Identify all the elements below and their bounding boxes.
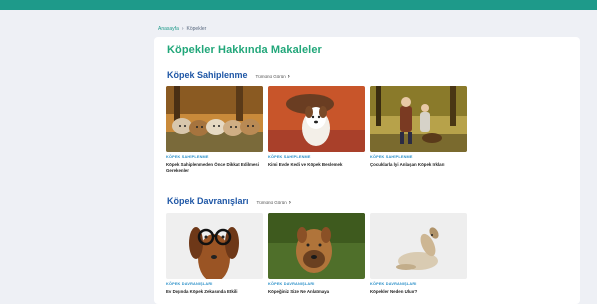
breadcrumb: Anasayfa › Köpekler bbox=[158, 26, 206, 32]
breadcrumb-current: Köpekler bbox=[186, 26, 207, 32]
article-title[interactable]: Kimi Evde Kedi ve Köpek Beslemek bbox=[268, 162, 365, 168]
article-row-behavior: KÖPEK DAVRANIŞLARI Ev Dışında Köpek Zeka… bbox=[166, 213, 467, 295]
section-header-adoption: Köpek Sahiplenme Tümünü Görün › bbox=[167, 70, 290, 80]
article-card[interactable]: KÖPEK DAVRANIŞLARI Köpekler Neden Uluır? bbox=[370, 213, 467, 295]
article-row-adoption: KÖPEK SAHİPLENME Köpek Sahiplenmeden Önc… bbox=[166, 86, 467, 174]
section-title[interactable]: Köpek Sahiplenme bbox=[167, 70, 248, 80]
see-all-link[interactable]: Tümünü Görün › bbox=[257, 200, 291, 206]
top-bar bbox=[0, 0, 597, 10]
breadcrumb-home-link[interactable]: Anasayfa bbox=[158, 26, 179, 32]
puppies-photo[interactable] bbox=[166, 86, 263, 152]
article-category: KÖPEK SAHİPLENME bbox=[166, 155, 209, 159]
article-category: KÖPEK DAVRANIŞLARI bbox=[166, 282, 213, 286]
dachshund-glasses-photo[interactable] bbox=[166, 213, 263, 279]
chevron-right-icon: › bbox=[288, 199, 291, 206]
chevron-right-icon: › bbox=[287, 73, 290, 80]
boxer-dog-photo[interactable] bbox=[268, 213, 365, 279]
see-all-label: Tümünü Görün bbox=[255, 74, 286, 79]
article-card[interactable]: KÖPEK DAVRANIŞLARI Köpeğiniz Size Ne Anl… bbox=[268, 213, 365, 295]
see-all-link[interactable]: Tümünü Görün › bbox=[256, 74, 290, 80]
breadcrumb-separator: › bbox=[181, 26, 184, 32]
article-card[interactable]: KÖPEK SAHİPLENME Köpek Sahiplenmeden Önc… bbox=[166, 86, 263, 174]
children-with-dog-photo[interactable] bbox=[370, 86, 467, 152]
howling-dog-photo[interactable] bbox=[370, 213, 467, 279]
article-category: KÖPEK DAVRANIŞLARI bbox=[370, 282, 417, 286]
section-title[interactable]: Köpek Davranışları bbox=[167, 196, 249, 206]
article-title[interactable]: Köpeğiniz Size Ne Anlatmaya bbox=[268, 289, 365, 295]
article-category: KÖPEK SAHİPLENME bbox=[370, 155, 413, 159]
article-category: KÖPEK DAVRANIŞLARI bbox=[268, 282, 315, 286]
article-card[interactable]: KÖPEK SAHİPLENME Çocuklarla İyi Anlaşan … bbox=[370, 86, 467, 174]
article-title[interactable]: Ev Dışında Köpek Zekasında Etkili bbox=[166, 289, 263, 295]
article-card[interactable]: KÖPEK SAHİPLENME Kimi Evde Kedi ve Köpek… bbox=[268, 86, 365, 174]
see-all-label: Tümünü Görün bbox=[256, 200, 287, 205]
article-title[interactable]: Köpek Sahiplenmeden Önce Dikkat Edilmesi… bbox=[166, 162, 263, 174]
article-card[interactable]: KÖPEK DAVRANIŞLARI Ev Dışında Köpek Zeka… bbox=[166, 213, 263, 295]
articles-card: Köpekler Hakkında Makaleler Köpek Sahipl… bbox=[154, 37, 580, 304]
section-header-behavior: Köpek Davranışları Tümünü Görün › bbox=[167, 196, 291, 206]
article-title[interactable]: Çocuklarla İyi Anlaşan Köpek Irkları bbox=[370, 162, 467, 168]
article-title[interactable]: Köpekler Neden Uluır? bbox=[370, 289, 467, 295]
page-title: Köpekler Hakkında Makaleler bbox=[167, 44, 322, 56]
article-category: KÖPEK SAHİPLENME bbox=[268, 155, 311, 159]
dog-and-cat-photo[interactable] bbox=[268, 86, 365, 152]
